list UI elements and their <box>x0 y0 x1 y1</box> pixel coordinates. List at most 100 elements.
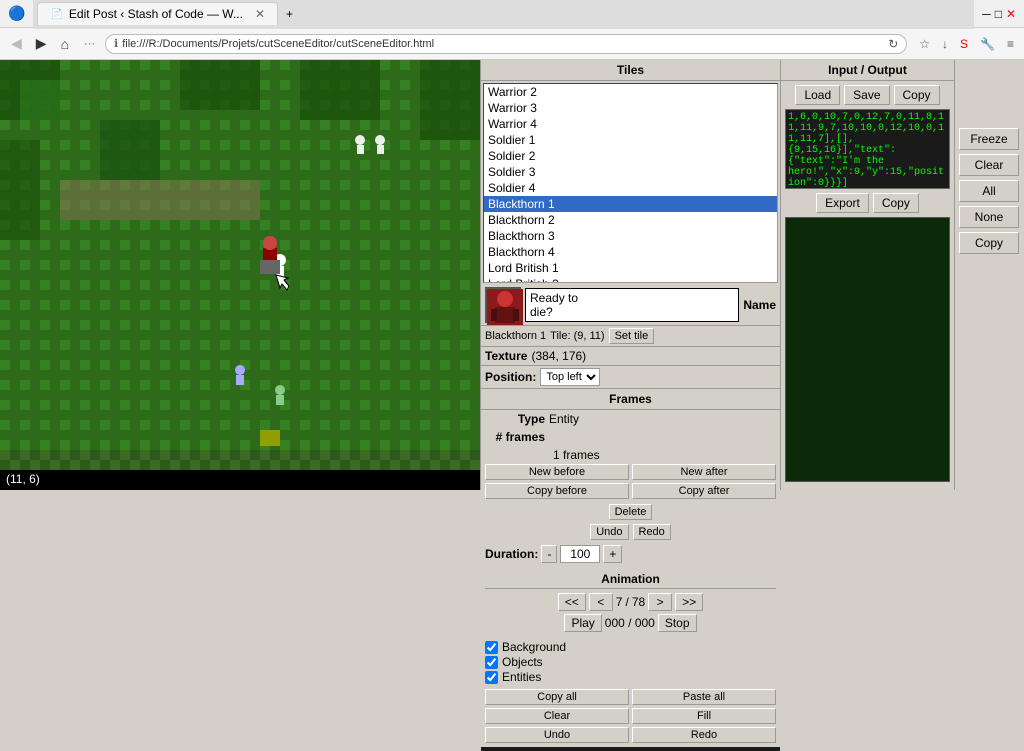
bottom-redo-button[interactable]: Redo <box>632 727 776 743</box>
bookmark-icon[interactable]: ☆ <box>915 35 934 53</box>
fill-button[interactable]: Fill <box>632 708 776 724</box>
tiles-list-item[interactable]: Lord British 1 <box>484 260 777 276</box>
tiles-list-item[interactable]: Soldier 3 <box>484 164 777 180</box>
right-clear-button[interactable]: Clear <box>959 154 1019 176</box>
canvas-coords: (11, 6) <box>6 472 40 486</box>
tiles-list[interactable]: Warrior 2Warrior 3Warrior 4Soldier 1Sold… <box>483 83 778 283</box>
frames-label: # frames <box>485 430 545 444</box>
objects-checkbox[interactable] <box>485 656 498 669</box>
tiles-list-item[interactable]: Blackthorn 1 <box>484 196 777 212</box>
save-button[interactable]: Save <box>844 85 889 105</box>
forward-button[interactable]: ▶ <box>31 33 52 54</box>
delete-button[interactable]: Delete <box>609 504 653 520</box>
duration-row: Duration: - + <box>485 545 776 563</box>
tiles-list-item[interactable]: Soldier 4 <box>484 180 777 196</box>
tiles-panel: Tiles Warrior 2Warrior 3Warrior 4Soldier… <box>481 60 780 285</box>
duration-value[interactable] <box>560 545 600 563</box>
tiles-list-item[interactable]: Warrior 4 <box>484 116 777 132</box>
settings-icon[interactable]: ≡ <box>1003 35 1018 53</box>
io-textarea[interactable] <box>785 109 950 189</box>
undo-redo-row: Undo Redo <box>481 522 780 542</box>
load-button[interactable]: Load <box>795 85 840 105</box>
clear-button[interactable]: Clear <box>485 708 629 724</box>
entities-checkbox[interactable] <box>485 671 498 684</box>
set-tile-button[interactable]: Set tile <box>609 328 655 344</box>
tiles-list-item[interactable]: Blackthorn 4 <box>484 244 777 260</box>
copy-before-button[interactable]: Copy before <box>485 483 629 499</box>
tiles-list-item[interactable]: Blackthorn 2 <box>484 212 777 228</box>
tiles-header: Tiles <box>481 60 780 81</box>
animation-section: Animation << < 7 / 78 > >> Play 000 / 00… <box>481 566 780 639</box>
copy-io-button[interactable]: Copy <box>894 85 940 105</box>
stop-button[interactable]: Stop <box>658 614 697 632</box>
next-button[interactable]: > <box>648 593 672 611</box>
tiles-list-item[interactable]: Lord British 2 <box>484 276 777 283</box>
canvas-grid[interactable] <box>0 60 480 470</box>
new-after-button[interactable]: New after <box>632 464 776 480</box>
animation-counter: 000 / 000 <box>605 616 655 630</box>
tiles-list-item[interactable]: Warrior 3 <box>484 100 777 116</box>
minimize-button[interactable]: ─ <box>982 7 991 21</box>
frames-section: Frames Type Entity # frames 1 frames New… <box>481 389 780 542</box>
copy-after-button[interactable]: Copy after <box>632 483 776 499</box>
frames-value-row: 1 frames <box>481 446 780 464</box>
menu-dots[interactable]: ··· <box>78 36 101 52</box>
export-button[interactable]: Export <box>816 193 869 213</box>
right-panel: Input / Output Load Save Copy Export Cop… <box>780 60 954 490</box>
play-button[interactable]: Play <box>564 614 601 632</box>
extension-icon[interactable]: 🔧 <box>976 35 999 53</box>
all-button[interactable]: All <box>959 180 1019 202</box>
prev-button[interactable]: < <box>589 593 613 611</box>
tiles-list-item[interactable]: Soldier 1 <box>484 132 777 148</box>
tab-close-button[interactable]: ✕ <box>255 7 265 21</box>
right-copy-button[interactable]: Copy <box>959 232 1019 254</box>
animation-total: 78 <box>632 595 645 609</box>
paste-all-button[interactable]: Paste all <box>632 689 776 705</box>
bottom-undo-button[interactable]: Undo <box>485 727 629 743</box>
download-icon[interactable]: ↓ <box>938 35 952 53</box>
tab-active[interactable]: 📄 Edit Post ‹ Stash of Code — W... ✕ <box>37 2 278 25</box>
maximize-button[interactable]: □ <box>995 7 1002 21</box>
copy-all-button[interactable]: Copy all <box>485 689 629 705</box>
tab-new-button[interactable]: + <box>278 3 301 25</box>
browser-titlebar: 🔵 📄 Edit Post ‹ Stash of Code — W... ✕ +… <box>0 0 1024 28</box>
entities-checkbox-row: Entities <box>485 670 776 684</box>
freeze-button[interactable]: Freeze <box>959 128 1019 150</box>
position-select[interactable]: Top left Center Bottom <box>540 368 600 386</box>
type-value: Entity <box>549 412 579 426</box>
duration-label: Duration: <box>485 547 538 561</box>
tiles-list-item[interactable]: Soldier 2 <box>484 148 777 164</box>
address-bar[interactable]: ℹ file:///R:/Documents/Projets/cutSceneE… <box>105 34 907 54</box>
export-row: Export Copy <box>785 193 950 213</box>
home-button[interactable]: ⌂ <box>56 34 74 54</box>
browser-icon: 🔵 <box>8 5 25 22</box>
stash-icon[interactable]: S <box>956 35 972 53</box>
duration-minus-button[interactable]: - <box>541 545 557 563</box>
tile-info-row: Blackthorn 1 Tile: (9, 11) Set tile <box>481 326 780 347</box>
refresh-button[interactable]: ↻ <box>888 37 898 51</box>
console-log: SUCCESS! JSON file "ultima5.json" loaded… <box>481 747 780 751</box>
tile-coords-text: Tile: (9, 11) <box>550 330 604 342</box>
action-buttons: Copy all Paste all Clear Fill Undo Redo <box>481 685 780 747</box>
prev-prev-button[interactable]: << <box>558 593 586 611</box>
undo-button[interactable]: Undo <box>590 524 628 540</box>
background-checkbox[interactable] <box>485 641 498 654</box>
back-button[interactable]: ◀ <box>6 33 27 54</box>
tiles-list-item[interactable]: Warrior 2 <box>484 84 777 100</box>
export-copy-button[interactable]: Copy <box>873 193 919 213</box>
position-label: Position: <box>485 370 536 384</box>
new-before-button[interactable]: New before <box>485 464 629 480</box>
redo-button[interactable]: Redo <box>633 524 671 540</box>
canvas-svg <box>0 60 480 450</box>
duration-plus-button[interactable]: + <box>603 545 622 563</box>
frames-buttons: New before New after Copy before Copy af… <box>481 464 780 499</box>
load-save-copy-row: Load Save Copy <box>785 85 950 105</box>
next-next-button[interactable]: >> <box>675 593 703 611</box>
animation-nav-controls: << < 7 / 78 > >> <box>485 593 776 611</box>
tiles-list-item[interactable]: Blackthorn 3 <box>484 228 777 244</box>
canvas-status: (11, 6) <box>0 470 480 490</box>
animation-current: 7 <box>616 595 623 609</box>
canvas-area: (11, 6) <box>0 60 480 490</box>
close-button[interactable]: ✕ <box>1006 7 1016 21</box>
none-button[interactable]: None <box>959 206 1019 228</box>
